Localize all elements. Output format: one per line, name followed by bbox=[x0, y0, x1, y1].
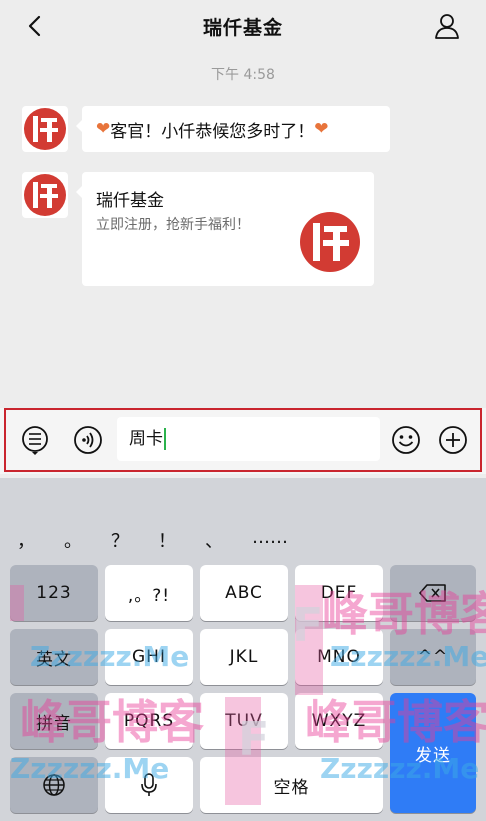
chevron-left-icon[interactable] bbox=[22, 12, 50, 40]
send-button[interactable]: 发送 bbox=[390, 693, 476, 813]
globe-key[interactable] bbox=[10, 757, 98, 813]
punct-key[interactable]: …… bbox=[252, 527, 288, 548]
key-jkl[interactable]: JKL bbox=[200, 629, 288, 685]
key-def[interactable]: DEF bbox=[295, 565, 383, 621]
plus-icon[interactable] bbox=[437, 424, 469, 456]
key-123[interactable]: 123 bbox=[10, 565, 98, 621]
message-bubble[interactable]: ❤ 客官！小仟恭候您多时了！ ❤ bbox=[76, 106, 390, 152]
key-pinyin[interactable]: 拼音 bbox=[10, 693, 98, 749]
list-menu-icon[interactable] bbox=[19, 424, 51, 456]
key-mno[interactable]: MNO bbox=[295, 629, 383, 685]
message-input[interactable]: 周卡 bbox=[117, 417, 380, 461]
brand-logo-icon bbox=[24, 174, 66, 216]
key-punct[interactable]: ,。?! bbox=[105, 565, 193, 621]
microphone-key[interactable] bbox=[105, 757, 193, 813]
punct-key[interactable]: ！ bbox=[158, 527, 176, 553]
microphone-icon bbox=[141, 773, 157, 796]
message-timestamp: 下午 4:58 bbox=[211, 67, 275, 83]
key-abc[interactable]: ABC bbox=[200, 565, 288, 621]
punct-key[interactable]: 、 bbox=[205, 527, 223, 553]
key-pqrs[interactable]: PQRS bbox=[105, 693, 193, 749]
backspace-key[interactable] bbox=[390, 565, 476, 621]
key-tuv[interactable]: TUV bbox=[200, 693, 288, 749]
brand-logo-icon bbox=[24, 108, 66, 150]
sender-avatar[interactable] bbox=[22, 172, 68, 218]
punct-key[interactable]: 。 bbox=[64, 527, 82, 553]
chat-title: 瑞仟基金 bbox=[202, 16, 283, 39]
heart-icon: ❤ bbox=[314, 119, 329, 139]
message-text: 客官！小仟恭候您多时了！ bbox=[110, 121, 315, 142]
person-icon[interactable] bbox=[432, 11, 462, 41]
sender-avatar[interactable] bbox=[22, 106, 68, 152]
key-english[interactable]: 英文 bbox=[10, 629, 98, 685]
punct-key[interactable]: ？ bbox=[111, 527, 129, 553]
key-ghi[interactable]: GHI bbox=[105, 629, 193, 685]
card-logo-icon bbox=[300, 212, 360, 272]
backspace-icon bbox=[419, 584, 446, 602]
globe-icon bbox=[43, 774, 65, 796]
space-key[interactable]: 空格 bbox=[200, 757, 383, 813]
voice-icon[interactable] bbox=[72, 424, 104, 456]
text-caret bbox=[164, 428, 166, 450]
chat-header: 瑞仟基金 bbox=[0, 0, 486, 52]
heart-icon: ❤ bbox=[96, 119, 111, 139]
punct-key[interactable]: ， bbox=[17, 527, 35, 553]
key-wxyz[interactable]: WXYZ bbox=[295, 693, 383, 749]
card-title: 瑞仟基金 bbox=[96, 191, 164, 211]
card-subtitle: 立即注册，抢新手福利！ bbox=[96, 217, 250, 233]
link-card[interactable]: 瑞仟基金 立即注册，抢新手福利！ bbox=[76, 172, 374, 286]
key-emoticon[interactable]: ^^ bbox=[390, 629, 476, 685]
emoji-icon[interactable] bbox=[390, 424, 422, 456]
input-value: 周卡 bbox=[129, 429, 163, 449]
